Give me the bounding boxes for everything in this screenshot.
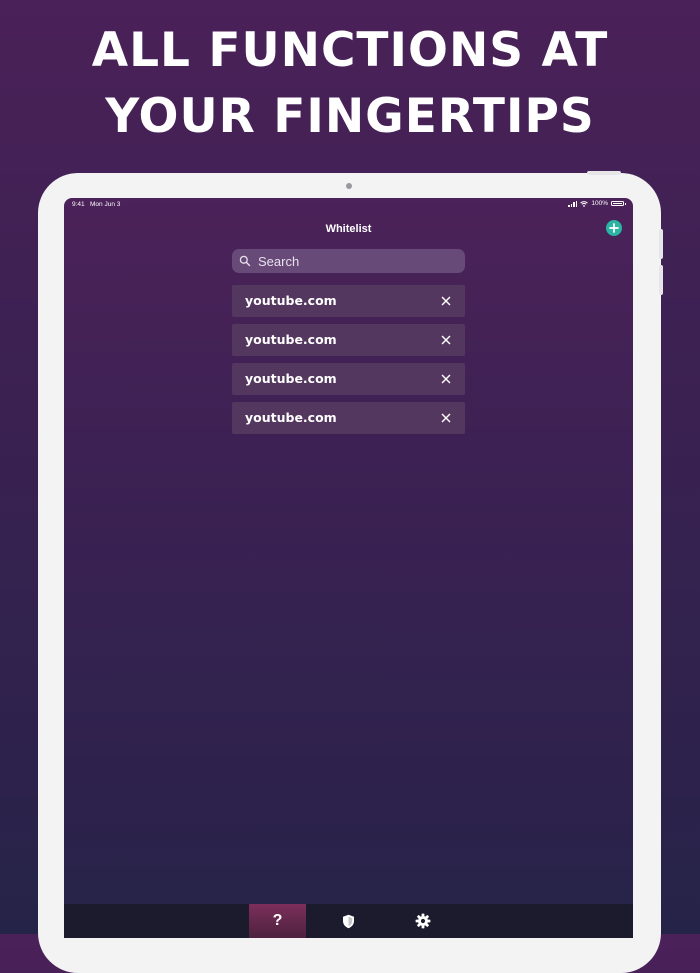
close-icon[interactable] [440,373,452,385]
status-date: Mon Jun 3 [90,201,121,208]
volume-down-button [659,265,663,295]
shield-icon [343,914,354,928]
tab-protection[interactable] [320,904,377,938]
gear-icon [415,913,430,929]
marketing-headline: ALL FUNCTIONS AT YOUR FINGERTIPS [0,18,700,150]
power-button [587,171,621,175]
volume-up-button [659,229,663,259]
search-icon [239,255,251,267]
whitelist-item[interactable]: youtube.com [232,285,465,317]
close-icon[interactable] [440,334,452,346]
whitelist-item-label: youtube.com [245,332,337,347]
add-button[interactable] [606,220,622,236]
battery-percent: 100% [591,200,608,207]
whitelist-item-label: youtube.com [245,371,337,386]
tab-help[interactable]: ? [249,904,306,938]
tab-bar: ? [64,904,633,938]
close-icon[interactable] [440,295,452,307]
whitelist-list: youtube.com youtube.com youtube.com yout… [232,285,465,441]
whitelist-item-label: youtube.com [245,293,337,308]
whitelist-item[interactable]: youtube.com [232,324,465,356]
signal-icon [568,200,578,207]
tab-settings[interactable] [394,904,451,938]
whitelist-item[interactable]: youtube.com [232,363,465,395]
plus-icon [609,223,619,233]
headline-line-1: ALL FUNCTIONS AT [91,23,609,78]
wifi-icon [580,200,589,207]
whitelist-item-label: youtube.com [245,410,337,425]
camera-dot [346,183,352,189]
status-bar: 9:41 Mon Jun 3 100% [64,198,633,212]
whitelist-item[interactable]: youtube.com [232,402,465,434]
question-icon: ? [272,912,283,929]
headline-line-2: YOUR FINGERTIPS [105,89,595,144]
app-screen: 9:41 Mon Jun 3 100% Whitelist Search you… [64,198,633,938]
status-time: 9:41 [72,201,85,208]
search-input[interactable] [258,251,458,271]
search-bar[interactable] [232,249,465,273]
battery-icon [611,201,626,206]
page-title: Whitelist [325,223,372,235]
close-icon[interactable] [440,412,452,424]
status-indicators: 100% [568,200,626,207]
